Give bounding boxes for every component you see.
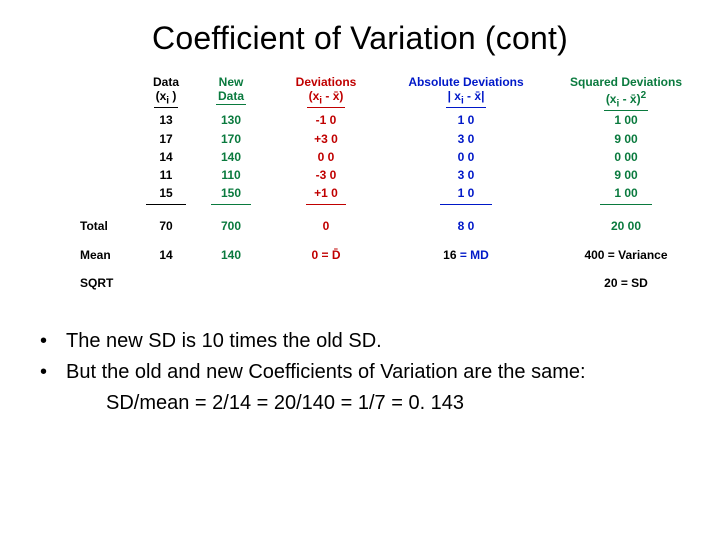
hdr-abs: Absolute Deviations | xi - x̄| — [386, 75, 546, 111]
table-header-row: Data (xi ) New Data Deviations (xi - x̄) — [76, 75, 706, 111]
table-row: 11 110 -3 0 3 0 9 00 — [76, 166, 706, 184]
bullet-text: But the old and new Coefficients of Vari… — [66, 359, 684, 386]
page-title: Coefficient of Variation (cont) — [36, 20, 684, 57]
table-row: 13 130 -1 0 1 0 1 00 — [76, 111, 706, 129]
bullet-list: • The new SD is 10 times the old SD. • B… — [36, 328, 684, 417]
row-mean: Mean 14 140 0 = D̄ 16 = MD 400 = Varianc… — [76, 246, 706, 264]
hdr-sq: Squared Deviations (xi - x̄)2 — [546, 75, 706, 111]
bullet-item: • But the old and new Coefficients of Va… — [36, 359, 684, 386]
row-sqrt: SQRT 20 = SD — [76, 274, 706, 292]
bullet-dot-icon: • — [36, 328, 66, 355]
hdr-new: New Data — [196, 75, 266, 111]
hdr-dev: Deviations (xi - x̄) — [266, 75, 386, 111]
stats-table: Data (xi ) New Data Deviations (xi - x̄) — [76, 75, 674, 292]
bullet-item: • The new SD is 10 times the old SD. — [36, 328, 684, 355]
table-row: 15 150 +1 0 1 0 1 00 — [76, 184, 706, 202]
hdr-data: Data (xi ) — [136, 75, 196, 111]
bullet-dot-icon: • — [36, 359, 66, 386]
row-total: Total 70 700 0 8 0 20 00 — [76, 217, 706, 235]
equation-line: SD/mean = 2/14 = 20/140 = 1/7 = 0. 143 — [36, 390, 684, 417]
table-row: 14 140 0 0 0 0 0 00 — [76, 148, 706, 166]
table-row: 17 170 +3 0 3 0 9 00 — [76, 130, 706, 148]
bullet-text: The new SD is 10 times the old SD. — [66, 328, 684, 355]
